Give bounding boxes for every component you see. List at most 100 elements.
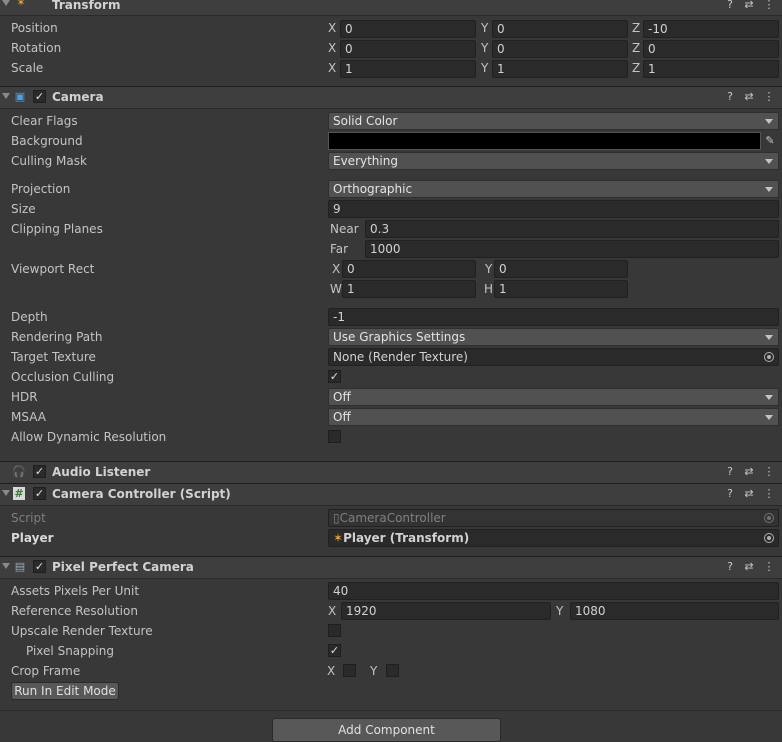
- far-field[interactable]: 1000: [365, 240, 779, 258]
- help-icon[interactable]: ?: [723, 560, 737, 574]
- axis-y-label: Y: [481, 41, 489, 55]
- transform-header[interactable]: ✶ Transform ? ⇄ ⋮: [0, 0, 782, 16]
- help-icon[interactable]: ?: [723, 487, 737, 501]
- fold-arrow-icon[interactable]: [2, 563, 10, 569]
- position-y-field[interactable]: 0: [492, 20, 628, 38]
- camera-header[interactable]: ▣ ✓ Camera ? ⇄ ⋮: [0, 86, 782, 109]
- culling-mask-dropdown[interactable]: Everything: [328, 152, 779, 170]
- size-label: Size: [11, 202, 36, 216]
- camera-enabled-checkbox[interactable]: ✓: [33, 90, 46, 103]
- object-field-value: Player (Transform): [343, 531, 470, 545]
- rotation-y-field[interactable]: 0: [492, 40, 628, 58]
- scale-z-field[interactable]: 1: [643, 60, 779, 78]
- far-label: Far: [330, 242, 349, 256]
- clipping-planes-label: Clipping Planes: [11, 222, 103, 236]
- rotation-x-field[interactable]: 0: [340, 40, 476, 58]
- object-field-value: None (Render Texture): [333, 350, 468, 364]
- presets-icon[interactable]: ⇄: [742, 90, 756, 104]
- fold-arrow-icon[interactable]: [2, 490, 10, 496]
- presets-icon[interactable]: ⇄: [742, 560, 756, 574]
- context-menu-icon[interactable]: ⋮: [762, 465, 776, 479]
- dynamic-resolution-checkbox[interactable]: [328, 430, 341, 443]
- scale-y-field[interactable]: 1: [492, 60, 628, 78]
- near-field[interactable]: 0.3: [365, 220, 779, 238]
- viewport-rect-label: Viewport Rect: [11, 262, 95, 276]
- chevron-down-icon: [765, 187, 773, 192]
- camera-controller-enabled-checkbox[interactable]: ✓: [33, 487, 46, 500]
- object-field-value: CameraController: [339, 511, 446, 525]
- crop-frame-label: Crop Frame: [11, 664, 81, 678]
- audio-listener-header[interactable]: 🎧 ✓ Audio Listener ? ⇄ ⋮: [0, 461, 782, 484]
- viewport-h-field[interactable]: 1: [494, 280, 628, 298]
- ref-x-field[interactable]: 1920: [341, 602, 551, 620]
- fold-arrow-icon[interactable]: [2, 0, 10, 6]
- component-title: Pixel Perfect Camera: [52, 560, 194, 574]
- player-label: Player: [11, 531, 54, 545]
- viewport-x-field[interactable]: 0: [342, 260, 476, 278]
- add-component-button[interactable]: Add Component: [272, 718, 501, 742]
- rotation-z-field[interactable]: 0: [643, 40, 779, 58]
- presets-icon[interactable]: ⇄: [742, 465, 756, 479]
- clear-flags-dropdown[interactable]: Solid Color: [328, 112, 779, 130]
- ppu-field[interactable]: 40: [328, 582, 779, 600]
- ppu-label: Assets Pixels Per Unit: [11, 584, 140, 598]
- context-menu-icon[interactable]: ⋮: [762, 90, 776, 104]
- pixel-perfect-enabled-checkbox[interactable]: ✓: [33, 560, 46, 573]
- chevron-down-icon: [765, 159, 773, 164]
- occlusion-culling-checkbox[interactable]: ✓: [328, 370, 341, 383]
- rotation-label: Rotation: [11, 41, 62, 55]
- pixel-snapping-label: Pixel Snapping: [26, 644, 114, 658]
- run-in-edit-mode-button[interactable]: Run In Edit Mode: [11, 682, 119, 700]
- position-z-field[interactable]: -10: [643, 20, 779, 38]
- eyedropper-icon[interactable]: ✎: [763, 134, 777, 148]
- pixel-snapping-checkbox[interactable]: ✓: [328, 644, 341, 657]
- target-texture-field[interactable]: None (Render Texture): [328, 348, 779, 366]
- help-icon[interactable]: ?: [723, 465, 737, 479]
- viewport-y-field[interactable]: 0: [494, 260, 628, 278]
- viewport-x-label: X: [332, 262, 341, 276]
- camera-controller-header[interactable]: # ✓ Camera Controller (Script) ? ⇄ ⋮: [0, 483, 782, 506]
- dropdown-value: Orthographic: [333, 182, 413, 196]
- presets-icon[interactable]: ⇄: [742, 0, 756, 12]
- ref-y-field[interactable]: 1080: [570, 602, 779, 620]
- viewport-y-label: Y: [485, 262, 493, 276]
- object-picker-icon[interactable]: [764, 533, 774, 543]
- context-menu-icon[interactable]: ⋮: [762, 487, 776, 501]
- pixel-perfect-header[interactable]: ▤ ✓ Pixel Perfect Camera ? ⇄ ⋮: [0, 556, 782, 579]
- axis-y-label: Y: [481, 21, 489, 35]
- script-file-icon: ▯: [333, 511, 340, 525]
- size-field[interactable]: 9: [328, 200, 779, 218]
- dropdown-value: Solid Color: [333, 114, 398, 128]
- clear-flags-label: Clear Flags: [11, 114, 78, 128]
- context-menu-icon[interactable]: ⋮: [762, 560, 776, 574]
- crop-x-checkbox[interactable]: [343, 664, 356, 677]
- upscale-render-texture-checkbox[interactable]: [328, 624, 341, 637]
- msaa-dropdown[interactable]: Off: [328, 408, 779, 426]
- scale-x-field[interactable]: 1: [340, 60, 476, 78]
- dropdown-value: Off: [333, 390, 351, 404]
- viewport-w-field[interactable]: 1: [342, 280, 476, 298]
- projection-dropdown[interactable]: Orthographic: [328, 180, 779, 198]
- script-icon: #: [13, 487, 25, 500]
- object-picker-icon[interactable]: [764, 352, 774, 362]
- component-title: Transform: [52, 0, 121, 12]
- player-field[interactable]: ✶Player (Transform): [328, 529, 779, 547]
- rendering-path-dropdown[interactable]: Use Graphics Settings: [328, 328, 779, 346]
- audio-listener-enabled-checkbox[interactable]: ✓: [33, 465, 46, 478]
- help-icon[interactable]: ?: [723, 0, 737, 12]
- crop-y-label: Y: [370, 664, 378, 678]
- depth-field[interactable]: -1: [328, 308, 779, 326]
- axis-z-label: Z: [632, 61, 641, 75]
- context-menu-icon[interactable]: ⋮: [762, 0, 776, 12]
- position-x-field[interactable]: 0: [340, 20, 476, 38]
- fold-arrow-icon[interactable]: [2, 93, 10, 99]
- background-label: Background: [11, 134, 83, 148]
- rendering-path-label: Rendering Path: [11, 330, 103, 344]
- crop-y-checkbox[interactable]: [386, 664, 399, 677]
- culling-mask-label: Culling Mask: [11, 154, 87, 168]
- hdr-dropdown[interactable]: Off: [328, 388, 779, 406]
- background-color-swatch[interactable]: [328, 132, 761, 150]
- occlusion-culling-label: Occlusion Culling: [11, 370, 115, 384]
- help-icon[interactable]: ?: [723, 90, 737, 104]
- presets-icon[interactable]: ⇄: [742, 487, 756, 501]
